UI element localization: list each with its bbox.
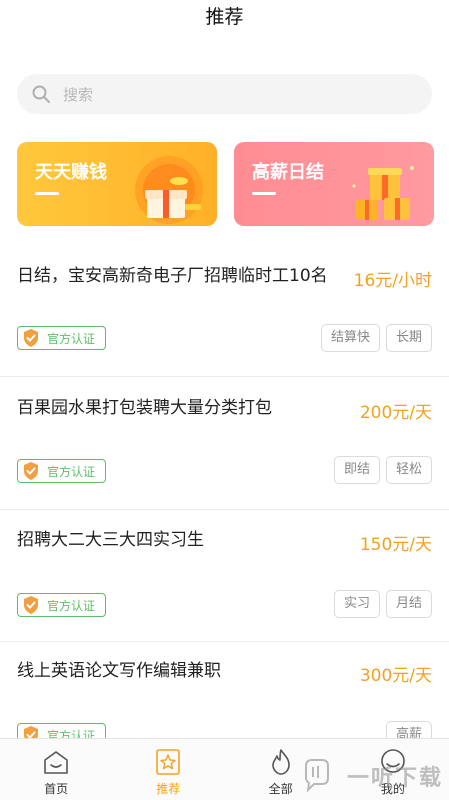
star-icon [156, 749, 181, 775]
job-title: 日结，宝安高新奇电子厂招聘临时工10名 [17, 266, 328, 286]
tag-list: 结算快 长期 [320, 324, 432, 352]
badge-label: 官方认证 [47, 331, 96, 346]
tab-label: 推荐 [156, 782, 181, 796]
banner-title: 天天赚钱 [35, 162, 107, 183]
verified-badge: 官方认证 [17, 326, 106, 350]
badge-label: 官方认证 [47, 464, 96, 479]
search-placeholder: 搜索 [63, 85, 94, 104]
job-title: 招聘大二大三大四实习生 [17, 530, 204, 550]
top-bar: 推荐 [0, 0, 449, 36]
tab-recommend[interactable]: 推荐 [112, 739, 224, 800]
banner-daily-earn[interactable]: 天天赚钱 [17, 142, 217, 226]
search-icon [32, 85, 50, 103]
verified-badge: 官方认证 [17, 593, 106, 617]
badge-label: 官方认证 [47, 598, 96, 613]
shield-check-icon [24, 329, 38, 347]
divider [0, 376, 449, 377]
fire-icon [271, 749, 290, 775]
shield-check-icon [24, 462, 38, 480]
job-card[interactable]: 招聘大二大三大四实习生 150元/天 官方认证 实习 月结 [0, 517, 449, 639]
job-card[interactable]: 日结，宝安高新奇电子厂招聘临时工10名 16元/小时 官方认证 结算快 长期 [0, 254, 449, 376]
watermark-logo-icon [305, 759, 329, 792]
tab-label: 首页 [44, 782, 69, 796]
divider [0, 509, 449, 510]
search-input[interactable]: 搜索 [17, 74, 432, 114]
job-tag: 月结 [385, 590, 432, 618]
job-salary: 150元/天 [359, 535, 432, 555]
home-icon [44, 751, 68, 774]
banner-high-pay-daily[interactable]: 高薪日结 [234, 142, 434, 226]
gift-box-icon [135, 156, 203, 224]
tab-home[interactable]: 首页 [0, 739, 112, 800]
banner-underline [252, 192, 276, 195]
tag-list: 实习 月结 [333, 590, 432, 618]
job-title: 百果园水果打包装聘大量分类打包 [17, 398, 272, 418]
job-tag: 结算快 [320, 324, 380, 352]
job-salary: 200元/天 [359, 403, 432, 423]
tab-label: 全部 [268, 782, 293, 796]
banner-title: 高薪日结 [252, 162, 324, 183]
job-salary: 300元/天 [359, 666, 432, 686]
job-card[interactable]: 百果园水果打包装聘大量分类打包 200元/天 官方认证 即结 轻松 [0, 384, 449, 506]
job-card[interactable]: 线上英语论文写作编辑兼职 300元/天 官方认证 高薪 [0, 649, 449, 749]
job-title: 线上英语论文写作编辑兼职 [17, 661, 221, 681]
job-tag: 即结 [333, 456, 380, 484]
banner-underline [35, 192, 59, 195]
shield-check-icon [24, 596, 38, 614]
verified-badge: 官方认证 [17, 459, 106, 483]
watermark: 一听下载 [346, 766, 443, 791]
page-title: 推荐 [205, 6, 244, 28]
job-tag: 实习 [333, 590, 380, 618]
gift-boxes-icon [352, 166, 414, 220]
job-salary: 16元/小时 [353, 271, 432, 291]
divider [0, 641, 449, 642]
tag-list: 即结 轻松 [333, 456, 432, 484]
job-tag: 长期 [385, 324, 432, 352]
job-tag: 轻松 [385, 456, 432, 484]
